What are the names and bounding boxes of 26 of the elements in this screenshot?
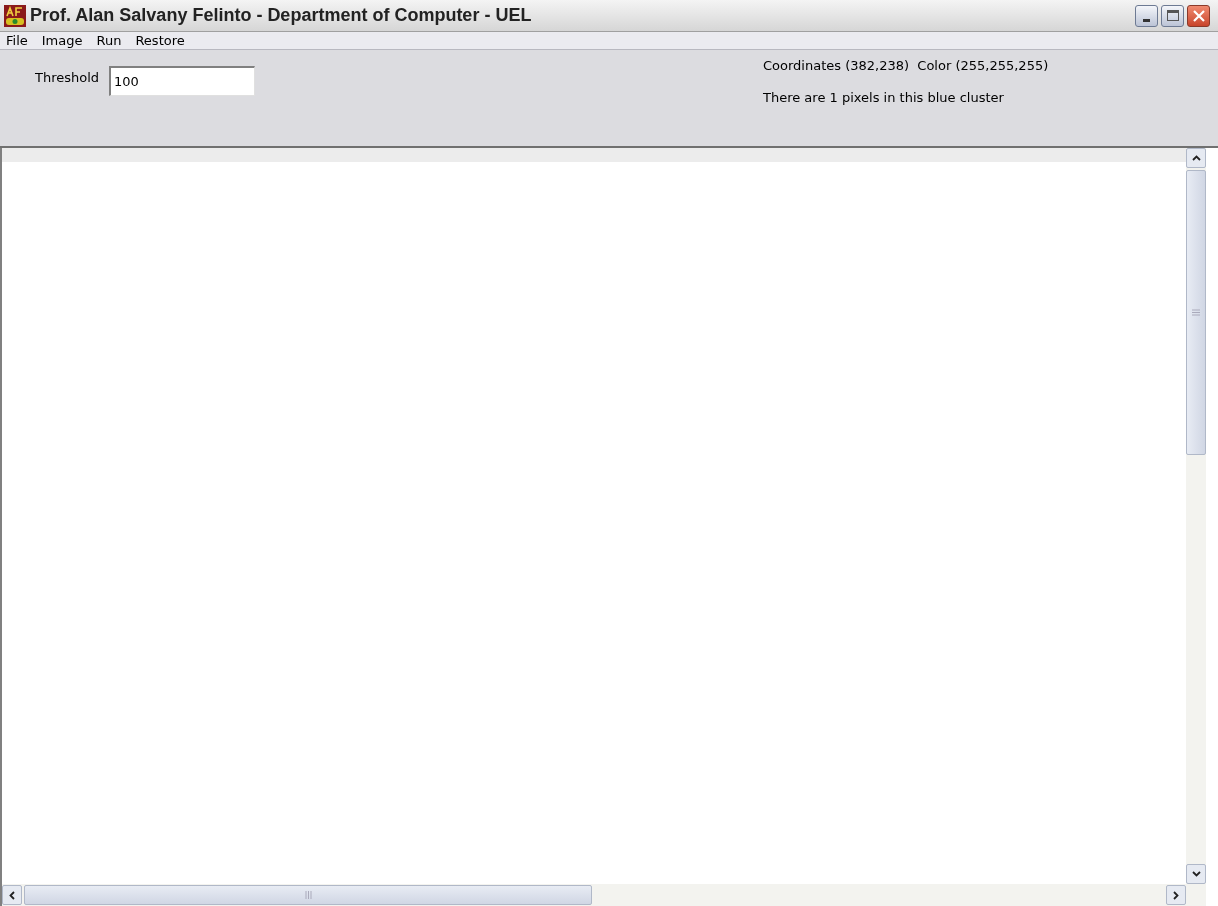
menu-item[interactable]: Restore: [135, 34, 185, 47]
menu-item[interactable]: Image: [41, 34, 83, 47]
cluster-info-text: There are 1 pixels in this blue cluster: [763, 88, 1005, 107]
window-title: Prof. Alan Salvany Felinto - Department of Computer - UEL: [30, 4, 532, 27]
chevron-up-icon: [1191, 155, 1201, 161]
coordinates-readout: Coordinates (382,238) Color (255,255,255): [763, 57, 1050, 75]
scroll-down-button[interactable]: [1186, 864, 1206, 884]
close-icon: [1192, 9, 1205, 22]
scroll-thumb[interactable]: [24, 885, 592, 905]
scroll-thumb[interactable]: [1186, 170, 1206, 455]
grip-icon: [1192, 309, 1200, 316]
app-logo-icon: [4, 4, 26, 27]
grip-icon: [304, 891, 312, 899]
threshold-field[interactable]: 100: [109, 66, 256, 96]
chevron-down-icon: [1191, 871, 1201, 877]
chevron-left-icon: [9, 890, 15, 900]
maximize-button[interactable]: [1161, 4, 1184, 27]
scroll-right-button[interactable]: [1166, 885, 1186, 905]
minimize-button[interactable]: [1135, 4, 1158, 27]
threshold-label: Threshold: [35, 69, 100, 87]
scroll-left-button[interactable]: [2, 885, 22, 905]
close-button[interactable]: [1187, 4, 1210, 27]
menu-item[interactable]: File: [6, 34, 28, 47]
scroll-up-button[interactable]: [1186, 148, 1206, 168]
menu-item[interactable]: Run: [96, 34, 122, 47]
chevron-right-icon: [1173, 890, 1179, 900]
